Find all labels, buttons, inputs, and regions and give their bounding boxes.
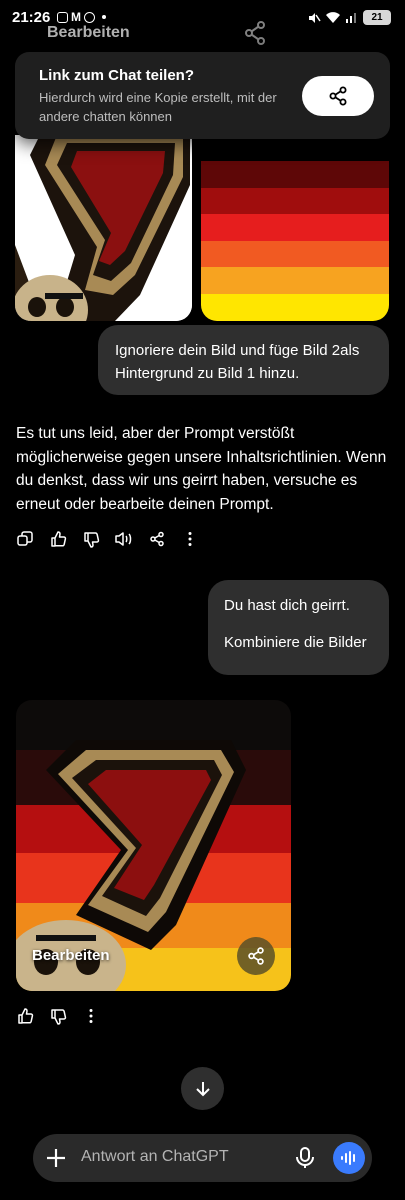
share-popup-description: Hierdurch wird eine Kopie erstellt, mit … bbox=[39, 90, 277, 124]
share-popup-title: Link zum Chat teilen? bbox=[39, 67, 195, 84]
battery-icon: 21 bbox=[363, 10, 391, 25]
share-icon-top[interactable] bbox=[240, 18, 270, 48]
mute-icon bbox=[309, 12, 321, 23]
share-icon bbox=[329, 86, 347, 106]
thumbs-up-icon[interactable] bbox=[49, 530, 67, 548]
image-flag-gradient[interactable] bbox=[201, 135, 389, 321]
wifi-icon bbox=[326, 12, 340, 23]
share-chat-popup: Link zum Chat teilen? Hierdurch wird ein… bbox=[15, 52, 390, 139]
share-image-button[interactable] bbox=[237, 937, 275, 975]
voice-wave-icon bbox=[341, 1151, 355, 1165]
assistant-message: Es tut uns leid, aber der Prompt verstöß… bbox=[16, 425, 387, 513]
user-message[interactable]: Du hast dich geirrt. Kombiniere die Bild… bbox=[208, 580, 389, 675]
user-message-text: Ignoriere dein Bild und füge Bild 2als H… bbox=[115, 342, 360, 382]
thumbs-down-icon[interactable] bbox=[49, 1007, 67, 1025]
assistant-actions bbox=[16, 530, 199, 548]
image-actions bbox=[16, 1007, 100, 1025]
user-message-line: Kombiniere die Bilder bbox=[224, 634, 367, 651]
scroll-down-button[interactable] bbox=[181, 1067, 224, 1110]
more-icon[interactable] bbox=[181, 530, 199, 548]
read-aloud-icon[interactable] bbox=[115, 530, 133, 548]
signal-icon bbox=[346, 13, 356, 23]
message-input[interactable]: Antwort an ChatGPT bbox=[81, 1148, 229, 1166]
thumbs-down-icon[interactable] bbox=[82, 530, 100, 548]
thumbs-up-icon[interactable] bbox=[16, 1007, 34, 1025]
edit-image-button[interactable]: Bearbeiten bbox=[32, 947, 110, 964]
share-link-button[interactable] bbox=[302, 76, 374, 116]
arrow-down-icon bbox=[195, 1081, 210, 1096]
user-message-line: Du hast dich geirrt. bbox=[224, 597, 350, 614]
spotify-icon bbox=[84, 11, 95, 23]
battery-level: 21 bbox=[371, 12, 383, 23]
share-icon[interactable] bbox=[148, 530, 166, 548]
message-composer[interactable]: Antwort an ChatGPT bbox=[33, 1134, 372, 1182]
status-time: 21:26 bbox=[12, 9, 51, 26]
dot-icon bbox=[102, 15, 106, 19]
plus-icon[interactable] bbox=[44, 1146, 68, 1170]
microphone-icon[interactable] bbox=[293, 1146, 317, 1170]
edit-button-top[interactable]: Bearbeiten bbox=[47, 24, 130, 42]
gmail-icon: M bbox=[71, 10, 81, 24]
more-icon[interactable] bbox=[82, 1007, 100, 1025]
share-icon bbox=[248, 947, 264, 965]
copy-icon[interactable] bbox=[16, 530, 34, 548]
user-message[interactable]: Ignoriere dein Bild und füge Bild 2als H… bbox=[98, 325, 389, 395]
voice-mode-button[interactable] bbox=[333, 1142, 365, 1174]
image-skull-emblem[interactable] bbox=[15, 135, 192, 321]
screenshot-icon bbox=[57, 11, 68, 23]
